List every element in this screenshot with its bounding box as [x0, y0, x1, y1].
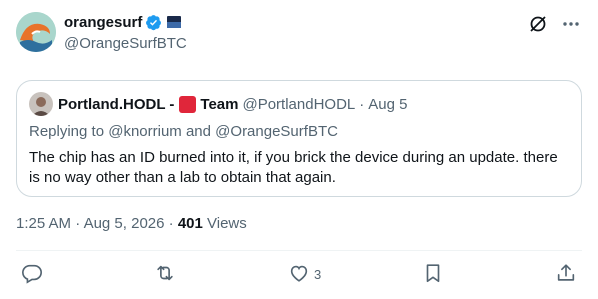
reply-mention-2[interactable]: @OrangeSurfBTC	[215, 123, 338, 140]
team-flag-icon	[179, 95, 197, 113]
tweet-meta: 1:25 AM · Aug 5, 2026 · 401 Views	[16, 215, 247, 232]
author-avatar[interactable]	[16, 12, 56, 52]
more-icon[interactable]	[562, 15, 580, 33]
meta-separator: ·	[168, 215, 174, 232]
quoted-author-name[interactable]: Portland.HODL -	[58, 96, 174, 113]
retweet-button[interactable]	[154, 262, 176, 286]
reply-mention-1[interactable]: @knorrium	[108, 123, 182, 140]
reply-and: and	[185, 123, 211, 140]
bookmark-icon	[422, 262, 444, 287]
reply-button[interactable]	[21, 262, 43, 286]
author-handle[interactable]: @OrangeSurfBTC	[64, 35, 187, 52]
retweet-icon	[154, 262, 176, 287]
views-label: Views	[207, 215, 247, 232]
share-button[interactable]	[555, 262, 577, 286]
share-icon	[555, 262, 577, 287]
verified-icon	[145, 14, 162, 31]
reply-icon	[21, 262, 43, 287]
quoted-text: The chip has an ID burned into it, if yo…	[29, 149, 558, 186]
like-button[interactable]: 3	[288, 262, 321, 286]
quoted-author-handle[interactable]: @PortlandHODL	[242, 96, 355, 113]
quoted-date[interactable]: Aug 5	[368, 96, 407, 113]
replying-to-line: Replying to @knorrium and @OrangeSurfBTC	[29, 123, 569, 140]
action-bar: 3	[16, 262, 582, 286]
quoted-avatar[interactable]	[29, 92, 53, 116]
author-name[interactable]: orangesurf	[64, 14, 142, 31]
like-icon	[288, 262, 310, 287]
divider	[16, 250, 582, 251]
like-count: 3	[314, 266, 322, 282]
meta-separator: ·	[75, 215, 81, 232]
tweet-date[interactable]: Aug 5, 2026	[84, 215, 165, 232]
quoted-tweet[interactable]: Portland.HODL - Team @PortlandHODL · Aug…	[16, 80, 582, 197]
tweet-time[interactable]: 1:25 AM	[16, 215, 71, 232]
author-block: orangesurf @OrangeSurfBTC	[64, 12, 187, 53]
quoted-separator: ·	[359, 95, 365, 113]
affiliate-badge-icon[interactable]	[166, 15, 182, 29]
quoted-team-label: Team	[200, 95, 239, 113]
top-actions	[528, 14, 580, 34]
bookmark-button[interactable]	[422, 262, 444, 286]
replying-prefix: Replying to	[29, 123, 105, 140]
grok-icon[interactable]	[528, 14, 548, 34]
views-count: 401	[177, 215, 203, 232]
